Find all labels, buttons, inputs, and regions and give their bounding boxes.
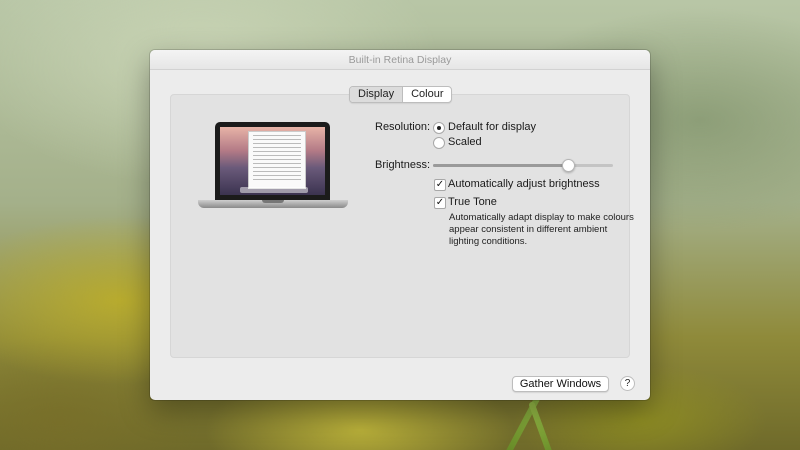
gather-windows-button[interactable]: Gather Windows [512,376,609,392]
resolution-default-radio[interactable] [433,122,445,134]
help-button[interactable]: ? [620,376,635,391]
window-title: Built-in Retina Display [150,50,650,70]
document-window-graphic [248,131,306,189]
resolution-label: Resolution: [375,121,431,133]
brightness-slider-knob[interactable] [562,159,575,172]
display-preferences-window: Built-in Retina Display Display Colour R… [150,50,650,400]
laptop-image [198,122,348,212]
resolution-scaled-radio[interactable] [433,137,445,149]
brightness-slider-fill [433,164,568,167]
true-tone-description: Automatically adapt display to make colo… [449,212,634,247]
tab-colour[interactable]: Colour [403,87,451,102]
laptop-notch [262,200,284,203]
true-tone-label[interactable]: True Tone [448,196,497,208]
grass-blade [528,401,558,450]
auto-brightness-label[interactable]: Automatically adjust brightness [448,178,600,190]
laptop-lid [215,122,330,200]
tab-bar: Display Colour [349,86,453,103]
dock-graphic [240,187,308,193]
resolution-default-label[interactable]: Default for display [448,121,536,133]
auto-brightness-checkbox[interactable]: ✓ [434,179,446,191]
tab-display[interactable]: Display [350,87,404,102]
laptop-screen [220,127,325,195]
brightness-label: Brightness: [375,159,431,171]
brightness-slider[interactable] [433,159,613,172]
resolution-scaled-label[interactable]: Scaled [448,136,482,148]
true-tone-checkbox[interactable]: ✓ [434,197,446,209]
